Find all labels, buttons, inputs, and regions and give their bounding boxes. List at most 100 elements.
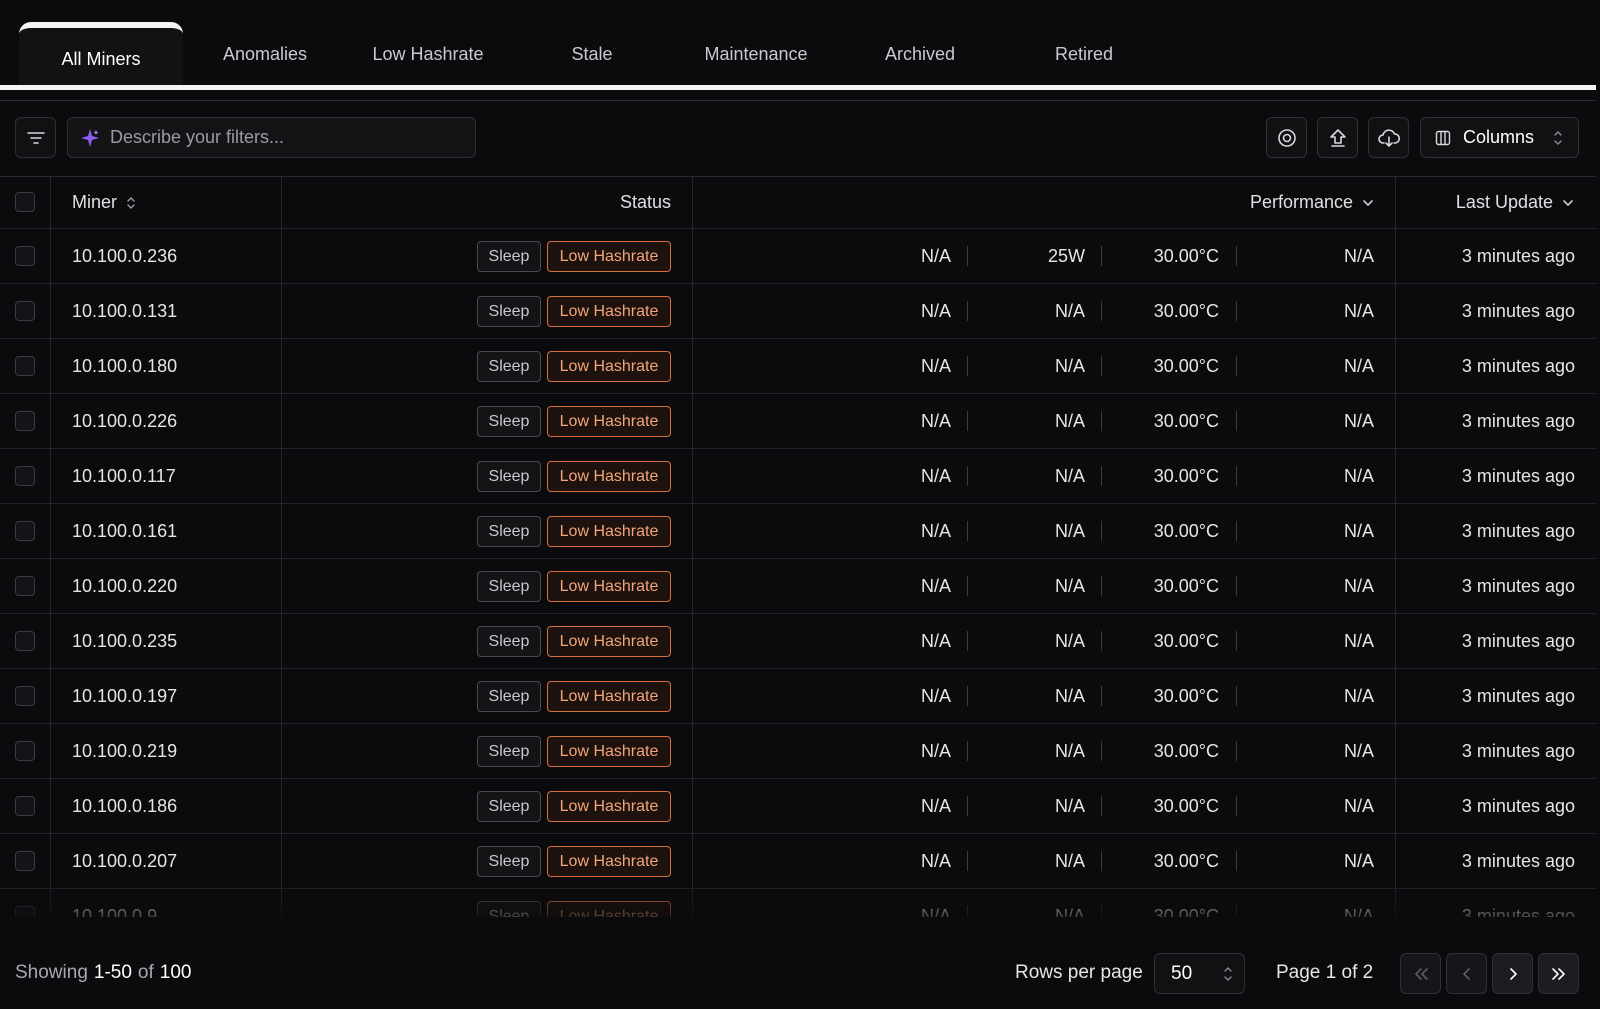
row-checkbox[interactable] bbox=[15, 576, 35, 596]
cell-separator bbox=[1236, 466, 1237, 486]
miner-ip[interactable]: 10.100.0.226 bbox=[72, 394, 177, 448]
table-row[interactable]: 10.100.0.131 Sleep Low Hashrate N/A N/A 30.00… bbox=[0, 284, 1596, 339]
showing-total: 100 bbox=[159, 962, 192, 983]
row-checkbox[interactable] bbox=[15, 796, 35, 816]
efficiency-value: N/A bbox=[1343, 740, 1374, 761]
miner-ip[interactable]: 10.100.0.9 bbox=[72, 889, 157, 918]
miner-ip[interactable]: 10.100.0.220 bbox=[72, 559, 177, 613]
row-checkbox[interactable] bbox=[15, 741, 35, 761]
tab-all-miners[interactable]: All Miners bbox=[19, 22, 183, 86]
miner-ip[interactable]: 10.100.0.207 bbox=[72, 834, 177, 888]
tab-underline bbox=[0, 85, 1596, 90]
filter-search-input[interactable] bbox=[110, 127, 450, 148]
row-checkbox[interactable] bbox=[15, 301, 35, 321]
miner-ip[interactable]: 10.100.0.117 bbox=[72, 449, 176, 503]
showing-summary: Showing 1-50 of 100 bbox=[15, 945, 191, 1001]
hashrate-value: N/A bbox=[920, 740, 951, 761]
table-row[interactable]: 10.100.0.207 Sleep Low Hashrate N/A N/A 30.00… bbox=[0, 834, 1596, 889]
last-update-value: 3 minutes ago bbox=[1461, 465, 1575, 486]
select-all-checkbox[interactable] bbox=[15, 192, 35, 212]
efficiency-value: N/A bbox=[1343, 355, 1374, 376]
double-chevron-left-icon bbox=[1414, 967, 1428, 980]
upload-button[interactable] bbox=[1317, 117, 1358, 158]
table-row[interactable]: 10.100.0.197 Sleep Low Hashrate N/A N/A 30.00… bbox=[0, 669, 1596, 724]
low-hashrate-badge: Low Hashrate bbox=[547, 571, 671, 602]
next-page-button[interactable] bbox=[1492, 953, 1533, 994]
cell-separator bbox=[1101, 246, 1102, 266]
miner-ip[interactable]: 10.100.0.161 bbox=[72, 504, 177, 558]
cloud-download-button[interactable] bbox=[1368, 117, 1409, 158]
miner-ip[interactable]: 10.100.0.235 bbox=[72, 614, 177, 668]
row-checkbox[interactable] bbox=[15, 906, 35, 917]
power-value: N/A bbox=[1054, 740, 1085, 761]
table-row[interactable]: 10.100.0.220 Sleep Low Hashrate N/A N/A 30.00… bbox=[0, 559, 1596, 614]
table-row[interactable]: 10.100.0.186 Sleep Low Hashrate N/A N/A 30.00… bbox=[0, 779, 1596, 834]
columns-button[interactable]: Columns bbox=[1420, 117, 1579, 158]
last-update-value: 3 minutes ago bbox=[1461, 850, 1575, 871]
miner-ip[interactable]: 10.100.0.180 bbox=[72, 339, 177, 393]
table-row[interactable]: 10.100.0.235 Sleep Low Hashrate N/A N/A 30.00… bbox=[0, 614, 1596, 669]
low-hashrate-badge: Low Hashrate bbox=[547, 351, 671, 382]
power-value: N/A bbox=[1054, 850, 1085, 871]
tab-maintenance[interactable]: Maintenance bbox=[690, 22, 822, 86]
row-checkbox[interactable] bbox=[15, 466, 35, 486]
last-page-button[interactable] bbox=[1538, 953, 1579, 994]
rows-per-page-select[interactable]: 50 bbox=[1154, 953, 1245, 994]
last-update-value: 3 minutes ago bbox=[1461, 630, 1575, 651]
cell-separator bbox=[1101, 576, 1102, 596]
performance-column-header[interactable]: Performance bbox=[1200, 177, 1375, 228]
row-checkbox[interactable] bbox=[15, 246, 35, 266]
cell-separator bbox=[967, 466, 968, 486]
target-button[interactable] bbox=[1266, 117, 1307, 158]
miner-ip[interactable]: 10.100.0.186 bbox=[72, 779, 177, 833]
tab-stale[interactable]: Stale bbox=[552, 22, 632, 86]
table-row[interactable]: 10.100.0.236 Sleep Low Hashrate N/A 25W 30.00… bbox=[0, 229, 1596, 284]
miner-ip[interactable]: 10.100.0.197 bbox=[72, 669, 177, 723]
power-value: N/A bbox=[1054, 465, 1085, 486]
table-row[interactable]: 10.100.0.180 Sleep Low Hashrate N/A N/A 30.00… bbox=[0, 339, 1596, 394]
low-hashrate-badge: Low Hashrate bbox=[547, 516, 671, 547]
miner-column-header[interactable]: Miner bbox=[72, 177, 137, 228]
tab-low-hashrate[interactable]: Low Hashrate bbox=[358, 22, 498, 86]
first-page-button[interactable] bbox=[1400, 953, 1441, 994]
hashrate-value: N/A bbox=[920, 685, 951, 706]
sleep-status-badge: Sleep bbox=[477, 241, 541, 272]
filter-search-box[interactable] bbox=[67, 117, 476, 158]
cell-separator bbox=[967, 521, 968, 541]
miner-ip[interactable]: 10.100.0.131 bbox=[72, 284, 177, 338]
last-update-column-header[interactable]: Last Update bbox=[1420, 177, 1575, 228]
prev-page-button[interactable] bbox=[1446, 953, 1487, 994]
row-checkbox[interactable] bbox=[15, 521, 35, 541]
cell-separator bbox=[967, 411, 968, 431]
miner-ip[interactable]: 10.100.0.219 bbox=[72, 724, 177, 778]
row-checkbox[interactable] bbox=[15, 851, 35, 871]
tab-retired[interactable]: Retired bbox=[1040, 22, 1128, 86]
table-row[interactable]: 10.100.0.219 Sleep Low Hashrate N/A N/A 30.00… bbox=[0, 724, 1596, 779]
temperature-value: 30.00°C bbox=[1153, 685, 1219, 706]
hashrate-value: N/A bbox=[920, 355, 951, 376]
row-checkbox[interactable] bbox=[15, 356, 35, 376]
chevron-down-icon bbox=[1363, 199, 1373, 206]
row-checkbox[interactable] bbox=[15, 631, 35, 651]
table-row[interactable]: 10.100.0.161 Sleep Low Hashrate N/A N/A 30.00… bbox=[0, 504, 1596, 559]
miners-table: Miner Status Performance Last Update 10.… bbox=[0, 176, 1596, 917]
performance-header-label: Performance bbox=[1249, 192, 1353, 212]
chevron-updown-icon bbox=[1554, 130, 1562, 145]
table-row[interactable]: 10.100.0.117 Sleep Low Hashrate N/A N/A 30.00… bbox=[0, 449, 1596, 504]
table-row[interactable]: 10.100.0.9 Sleep Low Hashrate N/A N/A 30.00°C… bbox=[0, 889, 1596, 917]
tab-anomalies[interactable]: Anomalies bbox=[205, 22, 325, 86]
miner-ip[interactable]: 10.100.0.236 bbox=[72, 229, 177, 283]
row-checkbox[interactable] bbox=[15, 686, 35, 706]
temperature-value: 30.00°C bbox=[1153, 740, 1219, 761]
hashrate-value: N/A bbox=[920, 850, 951, 871]
row-checkbox[interactable] bbox=[15, 411, 35, 431]
power-value: N/A bbox=[1054, 795, 1085, 816]
tab-archived[interactable]: Archived bbox=[870, 22, 970, 86]
cell-separator bbox=[1236, 411, 1237, 431]
filter-button[interactable] bbox=[15, 117, 56, 158]
last-update-value: 3 minutes ago bbox=[1461, 740, 1575, 761]
table-header-row: Miner Status Performance Last Update bbox=[0, 177, 1596, 229]
table-row[interactable]: 10.100.0.226 Sleep Low Hashrate N/A N/A 30.00… bbox=[0, 394, 1596, 449]
cell-separator bbox=[1236, 796, 1237, 816]
last-update-value: 3 minutes ago bbox=[1461, 905, 1575, 918]
